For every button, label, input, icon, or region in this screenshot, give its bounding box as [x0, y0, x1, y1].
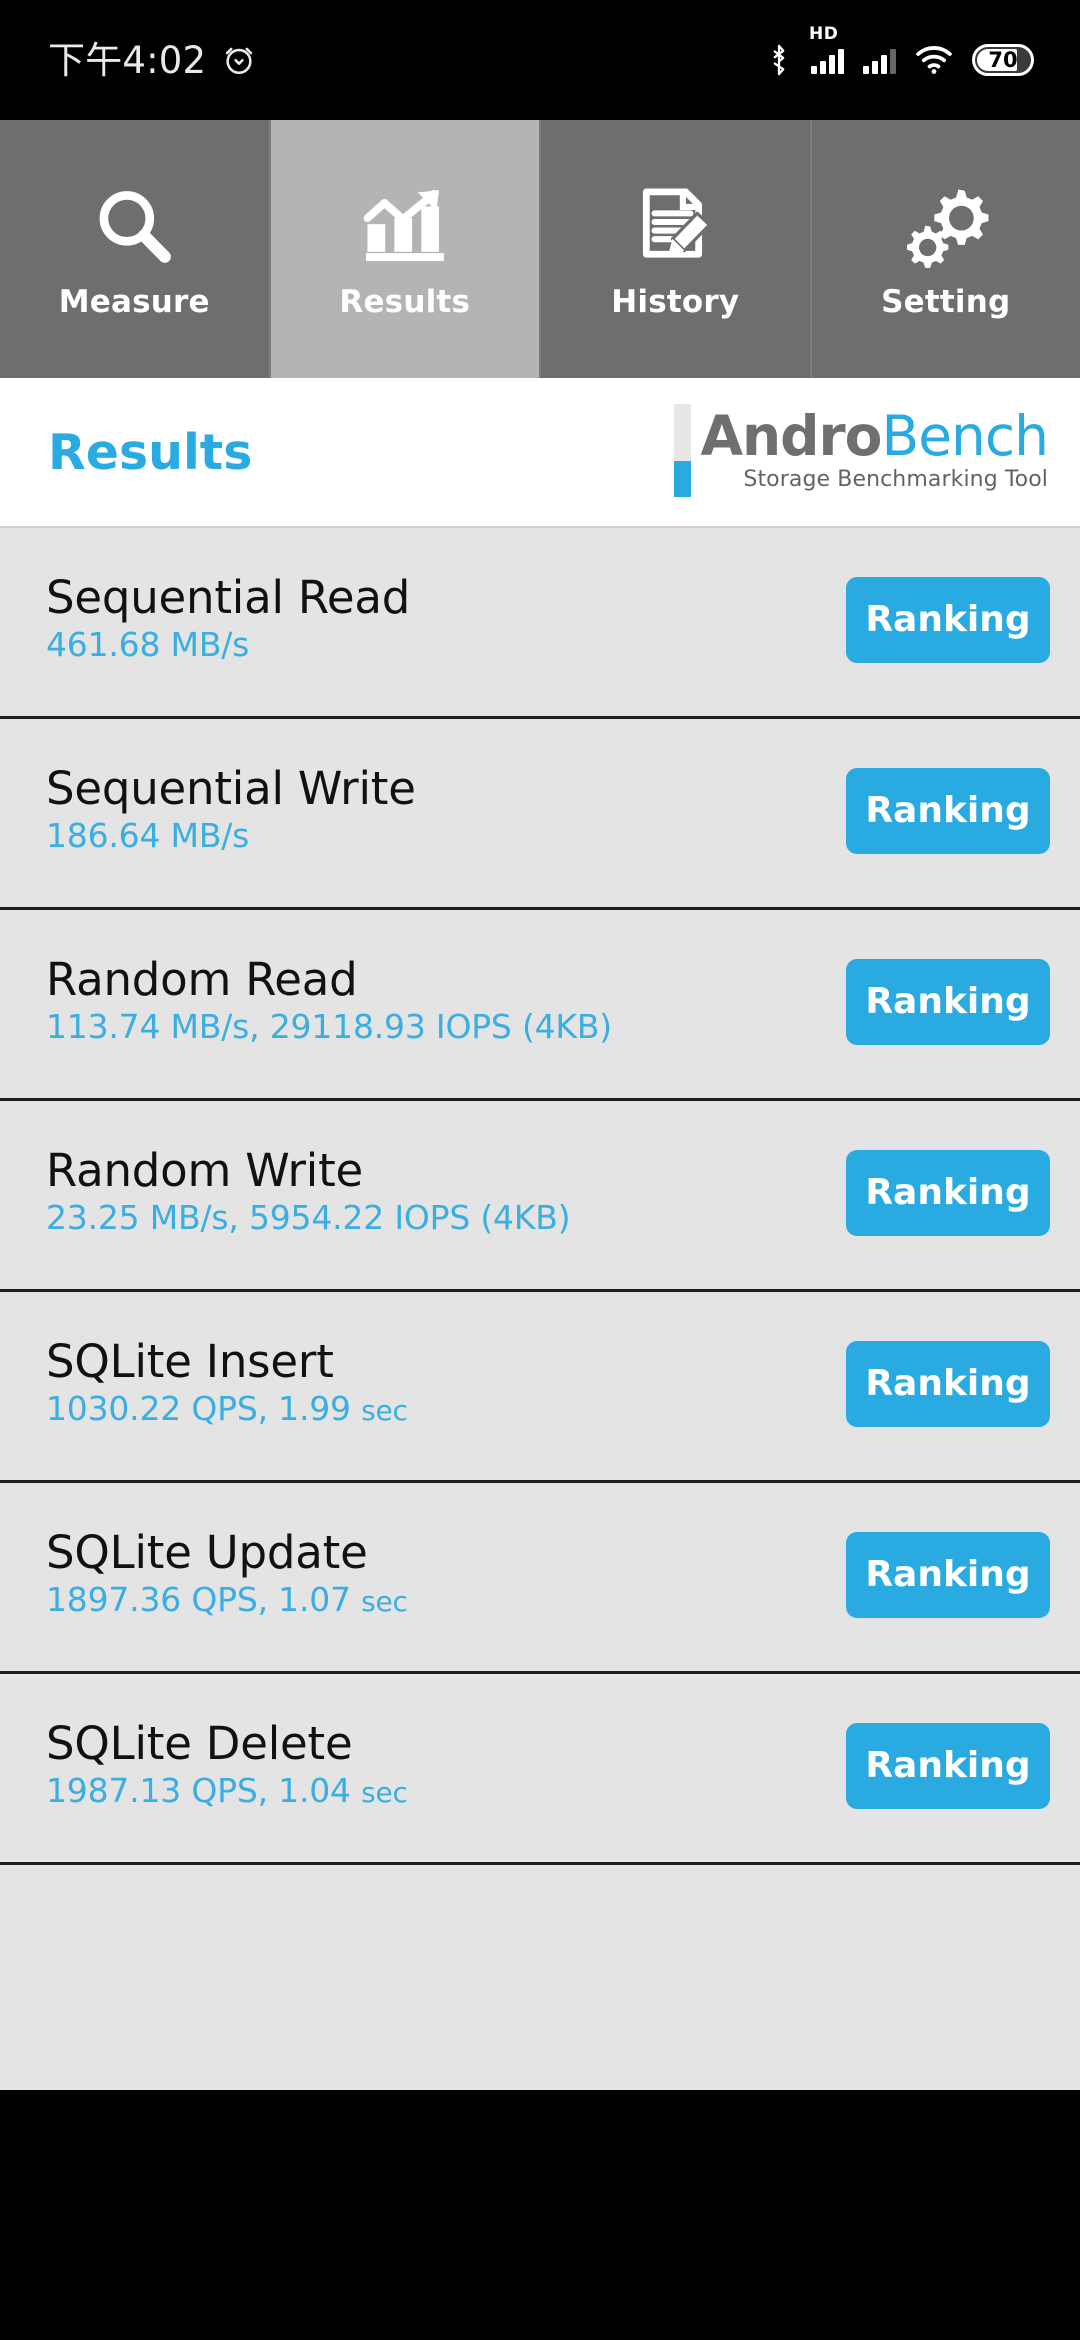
hd-label: HD [809, 24, 839, 44]
result-name: Random Write [46, 1144, 364, 1197]
tab-history[interactable]: History [541, 120, 812, 378]
hd-signal-group: HD [809, 26, 844, 74]
tab-history-label: History [611, 283, 740, 320]
navigation-bar-area [0, 2090, 1080, 2340]
result-value-number: 186.64 MB/s [46, 816, 250, 856]
result-text-group: SQLite Insert 1030.22 QPS, 1.99 sec [46, 1335, 408, 1435]
result-value: 1030.22 QPS, 1.99 sec [46, 1389, 408, 1429]
logo-bar-icon [674, 403, 692, 497]
result-text-group: Random Write 23.25 MB/s, 5954.22 IOPS (4… [46, 1144, 571, 1244]
table-row[interactable]: Random Read 113.74 MB/s, 29118.93 IOPS (… [0, 910, 1080, 1101]
tab-results[interactable]: Results [270, 120, 541, 378]
bluetooth-icon [773, 44, 785, 76]
magnifier-icon [91, 181, 177, 273]
logo-andro: Andro [700, 403, 882, 468]
tab-measure-label: Measure [58, 283, 210, 320]
result-value-number: 113.74 MB/s, 29118.93 IOPS (4KB) [46, 1007, 612, 1047]
table-row[interactable]: Sequential Read 461.68 MB/s Ranking [0, 528, 1080, 719]
result-value: 23.25 MB/s, 5954.22 IOPS (4KB) [46, 1198, 571, 1238]
tab-setting-label: Setting [881, 283, 1011, 320]
logo-tagline: Storage Benchmarking Tool [743, 467, 1048, 493]
result-value-unit: sec [361, 1394, 408, 1428]
androbench-logo: AndroBench Storage Benchmarking Tool [674, 403, 1049, 501]
result-value-number: 1897.36 QPS, 1.07 [46, 1580, 362, 1620]
result-text-group: Sequential Read 461.68 MB/s [46, 571, 411, 671]
result-name: SQLite Delete [46, 1717, 353, 1770]
ranking-button[interactable]: Ranking [846, 1341, 1050, 1427]
result-value-number: 1030.22 QPS, 1.99 [46, 1389, 362, 1429]
ranking-button[interactable]: Ranking [846, 768, 1050, 854]
phone-screen: 下午4:02 HD 70 Measure Results History Set… [0, 0, 1080, 2340]
result-text-group: Random Read 113.74 MB/s, 29118.93 IOPS (… [46, 953, 612, 1053]
cellular-signal-icon-2 [863, 46, 896, 74]
results-list: Sequential Read 461.68 MB/s Ranking Sequ… [0, 528, 1080, 2090]
gears-icon [900, 181, 992, 273]
ranking-button[interactable]: Ranking [846, 1532, 1050, 1618]
status-bar: 下午4:02 HD 70 [0, 0, 1080, 120]
cellular-signal-icon [811, 46, 844, 74]
tab-results-label: Results [339, 283, 471, 320]
result-value: 1987.13 QPS, 1.04 sec [46, 1771, 408, 1811]
result-value: 1897.36 QPS, 1.07 sec [46, 1580, 408, 1620]
result-name: SQLite Insert [46, 1335, 334, 1388]
table-row[interactable]: SQLite Update 1897.36 QPS, 1.07 sec Rank… [0, 1483, 1080, 1674]
result-value-number: 461.68 MB/s [46, 625, 250, 665]
page-title: Results [48, 423, 253, 481]
result-name: Sequential Write [46, 762, 416, 815]
tab-setting[interactable]: Setting [811, 120, 1080, 378]
result-value: 461.68 MB/s [46, 625, 410, 665]
result-name: Sequential Read [46, 571, 411, 624]
table-row[interactable]: SQLite Delete 1987.13 QPS, 1.04 sec Rank… [0, 1674, 1080, 1865]
status-bar-left: 下午4:02 [48, 42, 256, 79]
table-row[interactable]: Random Write 23.25 MB/s, 5954.22 IOPS (4… [0, 1101, 1080, 1292]
logo-wordmark: AndroBench [700, 408, 1049, 464]
result-value: 113.74 MB/s, 29118.93 IOPS (4KB) [46, 1007, 612, 1047]
tab-measure[interactable]: Measure [0, 120, 271, 378]
status-bar-right: HD 70 [766, 26, 1034, 77]
ranking-button[interactable]: Ranking [846, 1723, 1050, 1809]
ranking-button[interactable]: Ranking [846, 959, 1050, 1045]
result-name: SQLite Update [46, 1526, 368, 1579]
tab-bar: Measure Results History Setting [0, 120, 1080, 378]
result-text-group: SQLite Update 1897.36 QPS, 1.07 sec [46, 1526, 408, 1626]
bar-chart-arrow-icon [359, 181, 451, 273]
result-text-group: Sequential Write 186.64 MB/s [46, 762, 416, 862]
result-value-number: 23.25 MB/s, 5954.22 IOPS (4KB) [46, 1198, 571, 1238]
battery-level-label: 70 [988, 47, 1018, 72]
result-value-number: 1987.13 QPS, 1.04 [46, 1771, 362, 1811]
result-name: Random Read [46, 953, 358, 1006]
page-header: Results AndroBench Storage Benchmarking … [0, 378, 1080, 528]
wifi-icon [916, 46, 952, 74]
alarm-clock-icon [226, 47, 253, 75]
result-value: 186.64 MB/s [46, 816, 416, 856]
ranking-button[interactable]: Ranking [846, 577, 1050, 663]
table-row[interactable]: SQLite Insert 1030.22 QPS, 1.99 sec Rank… [0, 1292, 1080, 1483]
result-text-group: SQLite Delete 1987.13 QPS, 1.04 sec [46, 1717, 408, 1817]
table-row[interactable]: Sequential Write 186.64 MB/s Ranking [0, 719, 1080, 910]
document-pencil-icon [631, 181, 719, 273]
status-clock: 下午4:02 [48, 38, 207, 82]
ranking-button[interactable]: Ranking [846, 1150, 1050, 1236]
logo-bench: Bench [881, 403, 1049, 468]
logo-text: AndroBench Storage Benchmarking Tool [700, 404, 1049, 497]
result-value-unit: sec [361, 1776, 408, 1810]
battery-icon: 70 [972, 44, 1034, 76]
result-value-unit: sec [361, 1585, 408, 1619]
